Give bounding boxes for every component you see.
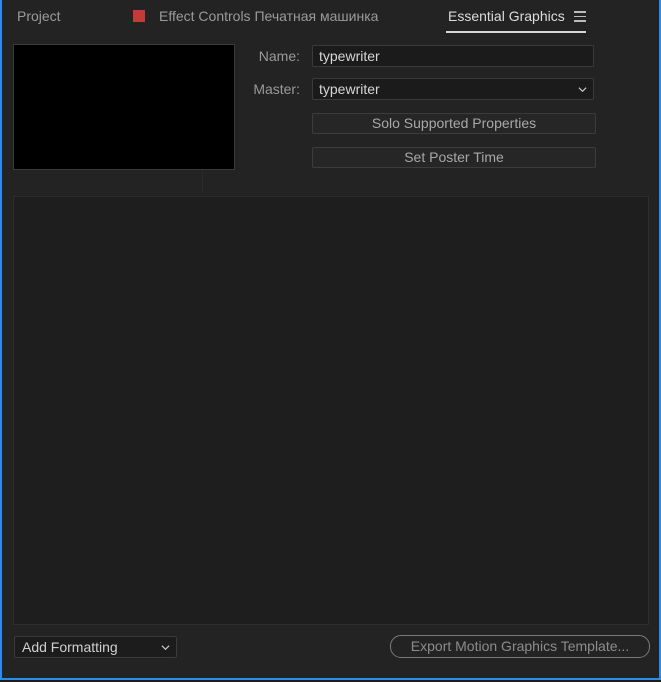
add-formatting-label: Add Formatting bbox=[22, 639, 118, 655]
hamburger-menu-icon[interactable] bbox=[574, 11, 586, 22]
tab-effect-controls-label: Effect Controls Печатная машинка bbox=[159, 8, 379, 24]
chevron-down-icon bbox=[578, 87, 587, 93]
master-dropdown[interactable]: typewriter bbox=[312, 78, 594, 100]
master-dropdown-value: typewriter bbox=[319, 81, 380, 97]
name-field[interactable]: typewriter bbox=[312, 45, 594, 67]
name-label: Name: bbox=[258, 48, 300, 64]
panel-tab-bar: Project Effect Controls Печатная машинка… bbox=[2, 0, 659, 36]
graphic-preview-thumbnail bbox=[13, 44, 235, 170]
tab-essential-graphics[interactable]: Essential Graphics bbox=[448, 8, 565, 29]
active-tab-indicator bbox=[446, 31, 586, 33]
set-poster-time-button[interactable]: Set Poster Time bbox=[312, 147, 596, 168]
graphics-layers-area[interactable] bbox=[13, 196, 649, 625]
chevron-down-icon bbox=[161, 645, 170, 651]
add-formatting-dropdown[interactable]: Add Formatting bbox=[14, 636, 177, 658]
effect-color-swatch-icon bbox=[133, 10, 145, 22]
divider bbox=[202, 170, 203, 192]
master-label: Master: bbox=[253, 81, 300, 97]
essential-graphics-panel: Project Effect Controls Печатная машинка… bbox=[0, 0, 661, 680]
solo-supported-properties-button[interactable]: Solo Supported Properties bbox=[312, 113, 596, 134]
tab-effect-controls[interactable]: Effect Controls Печатная машинка bbox=[133, 8, 378, 24]
tab-project[interactable]: Project bbox=[17, 8, 61, 24]
export-motion-graphics-template-button[interactable]: Export Motion Graphics Template... bbox=[390, 635, 650, 658]
